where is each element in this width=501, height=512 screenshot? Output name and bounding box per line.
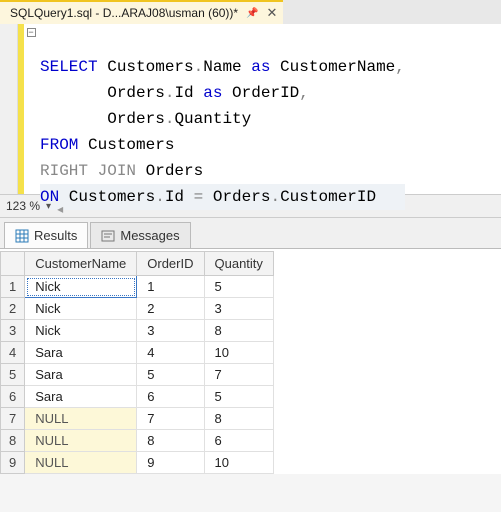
pin-icon[interactable]: 📌 bbox=[246, 8, 258, 19]
close-icon[interactable]: ✕ bbox=[267, 5, 278, 21]
cell[interactable]: NULL bbox=[25, 452, 137, 474]
table-row[interactable]: 8NULL86 bbox=[1, 430, 274, 452]
cell[interactable]: 5 bbox=[204, 386, 273, 408]
cell[interactable]: Nick bbox=[25, 298, 137, 320]
tab-results-label: Results bbox=[34, 228, 77, 243]
cell[interactable]: 6 bbox=[204, 430, 273, 452]
cell[interactable]: 7 bbox=[204, 364, 273, 386]
tab-messages-label: Messages bbox=[120, 228, 179, 243]
row-number: 6 bbox=[1, 386, 25, 408]
table-row[interactable]: 2Nick23 bbox=[1, 298, 274, 320]
row-number: 7 bbox=[1, 408, 25, 430]
code-area[interactable]: SELECT Customers.Name as CustomerName, O… bbox=[38, 24, 405, 194]
results-tab-strip: Results Messages bbox=[0, 218, 501, 248]
cell[interactable]: 2 bbox=[137, 298, 204, 320]
document-tab-bar: SQLQuery1.sql - D...ARAJ08\usman (60))* … bbox=[0, 0, 501, 24]
results-grid-wrap: CustomerName OrderID Quantity 1Nick152Ni… bbox=[0, 248, 501, 474]
cell[interactable]: 7 bbox=[137, 408, 204, 430]
zoom-value[interactable]: 123 % bbox=[6, 199, 40, 213]
document-tab-title: SQLQuery1.sql - D...ARAJ08\usman (60))* bbox=[10, 6, 238, 20]
tab-messages[interactable]: Messages bbox=[90, 222, 190, 248]
cell[interactable]: 5 bbox=[204, 276, 273, 298]
cell[interactable]: NULL bbox=[25, 430, 137, 452]
row-number: 4 bbox=[1, 342, 25, 364]
cell[interactable]: 6 bbox=[137, 386, 204, 408]
row-number: 1 bbox=[1, 276, 25, 298]
dropdown-icon[interactable]: ▾ bbox=[46, 201, 51, 212]
cell[interactable]: 3 bbox=[204, 298, 273, 320]
cell[interactable]: 1 bbox=[137, 276, 204, 298]
cell[interactable]: 4 bbox=[137, 342, 204, 364]
column-header[interactable]: CustomerName bbox=[25, 252, 137, 276]
cell[interactable]: 9 bbox=[137, 452, 204, 474]
cell[interactable]: 3 bbox=[137, 320, 204, 342]
cell[interactable]: 8 bbox=[204, 320, 273, 342]
messages-icon bbox=[101, 229, 115, 243]
row-number: 8 bbox=[1, 430, 25, 452]
cell[interactable]: 10 bbox=[204, 342, 273, 364]
grid-icon bbox=[15, 229, 29, 243]
cell[interactable]: 8 bbox=[204, 408, 273, 430]
tab-results[interactable]: Results bbox=[4, 222, 88, 248]
code-fold-gutter: − bbox=[24, 24, 38, 194]
table-row[interactable]: 5Sara57 bbox=[1, 364, 274, 386]
editor-gutter bbox=[0, 24, 18, 194]
cell[interactable]: 5 bbox=[137, 364, 204, 386]
row-number: 9 bbox=[1, 452, 25, 474]
table-row[interactable]: 6Sara65 bbox=[1, 386, 274, 408]
cell[interactable]: NULL bbox=[25, 408, 137, 430]
results-grid[interactable]: CustomerName OrderID Quantity 1Nick152Ni… bbox=[0, 251, 274, 474]
cell[interactable]: Sara bbox=[25, 364, 137, 386]
table-row[interactable]: 7NULL78 bbox=[1, 408, 274, 430]
row-number: 3 bbox=[1, 320, 25, 342]
sql-editor[interactable]: − SELECT Customers.Name as CustomerName,… bbox=[0, 24, 501, 194]
table-row[interactable]: 9NULL910 bbox=[1, 452, 274, 474]
cell[interactable]: Sara bbox=[25, 386, 137, 408]
collapse-icon[interactable]: − bbox=[27, 28, 36, 37]
column-header[interactable]: OrderID bbox=[137, 252, 204, 276]
column-header[interactable]: Quantity bbox=[204, 252, 273, 276]
cell[interactable]: 10 bbox=[204, 452, 273, 474]
cell[interactable]: 8 bbox=[137, 430, 204, 452]
cell[interactable]: Nick bbox=[25, 320, 137, 342]
row-number: 5 bbox=[1, 364, 25, 386]
table-row[interactable]: 1Nick15 bbox=[1, 276, 274, 298]
scroll-left-icon[interactable]: ◂ bbox=[57, 202, 71, 210]
table-row[interactable]: 3Nick38 bbox=[1, 320, 274, 342]
document-tab[interactable]: SQLQuery1.sql - D...ARAJ08\usman (60))* … bbox=[0, 0, 283, 24]
row-number-header bbox=[1, 252, 25, 276]
table-row[interactable]: 4Sara410 bbox=[1, 342, 274, 364]
row-number: 2 bbox=[1, 298, 25, 320]
cell[interactable]: Sara bbox=[25, 342, 137, 364]
cell[interactable]: Nick bbox=[25, 276, 137, 298]
